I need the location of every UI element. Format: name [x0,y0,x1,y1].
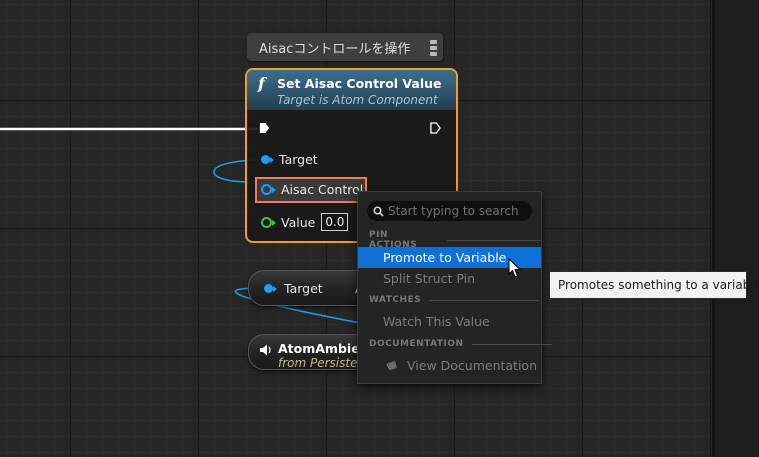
aisac-control-pin[interactable]: Aisac Control [261,182,363,197]
search-input[interactable] [388,204,523,218]
exec-in-pin[interactable] [259,122,270,134]
exec-in-icon [259,122,270,134]
search-box[interactable] [367,201,532,221]
divider [447,239,541,241]
node-title: Set Aisac Control Value [277,76,442,91]
speaker-icon [260,344,271,356]
function-icon: f [258,74,265,93]
search-icon [373,205,384,217]
target-pin[interactable]: Target [261,152,318,167]
tooltip: Promotes something to a variable [549,271,759,299]
struct-pin-icon [261,184,276,195]
pin-icon[interactable] [430,38,438,56]
section-watches-label: WATCHES [369,295,422,305]
watch-this-value-item[interactable]: Watch This Value [358,311,541,332]
context-menu: PIN ACTIONS Promote to Variable Split St… [357,191,552,384]
object-pin-icon [261,155,274,164]
view-documentation-item[interactable]: View Documentation [358,355,541,376]
object-pin-icon[interactable] [264,284,282,293]
mouse-cursor-icon [508,258,522,278]
value-label: Value [281,214,316,230]
exec-out-icon [430,122,441,134]
node-subtitle: Target is Atom Component [277,93,438,107]
section-documentation: DOCUMENTATION [369,339,552,349]
view-documentation-label: View Documentation [407,358,537,373]
book-icon [386,361,397,371]
value-pin[interactable]: Value 0.0 [261,213,349,231]
divider [429,299,540,301]
value-input[interactable]: 0.0 [321,213,349,231]
comment-bubble[interactable]: Aisacコントロールを操作 [247,33,443,61]
aisac-control-label: Aisac Control [281,182,364,197]
divider [471,343,552,345]
comment-text: Aisacコントロールを操作 [259,42,411,57]
target-pin-label: Target [279,152,318,167]
float-pin-icon [261,216,276,228]
section-watches: WATCHES [369,295,540,305]
exec-out-pin[interactable] [430,122,441,134]
node-header[interactable]: f Set Aisac Control Value Target is Atom… [247,70,456,110]
target-variable-label: Target [284,281,323,296]
section-documentation-label: DOCUMENTATION [369,339,464,349]
